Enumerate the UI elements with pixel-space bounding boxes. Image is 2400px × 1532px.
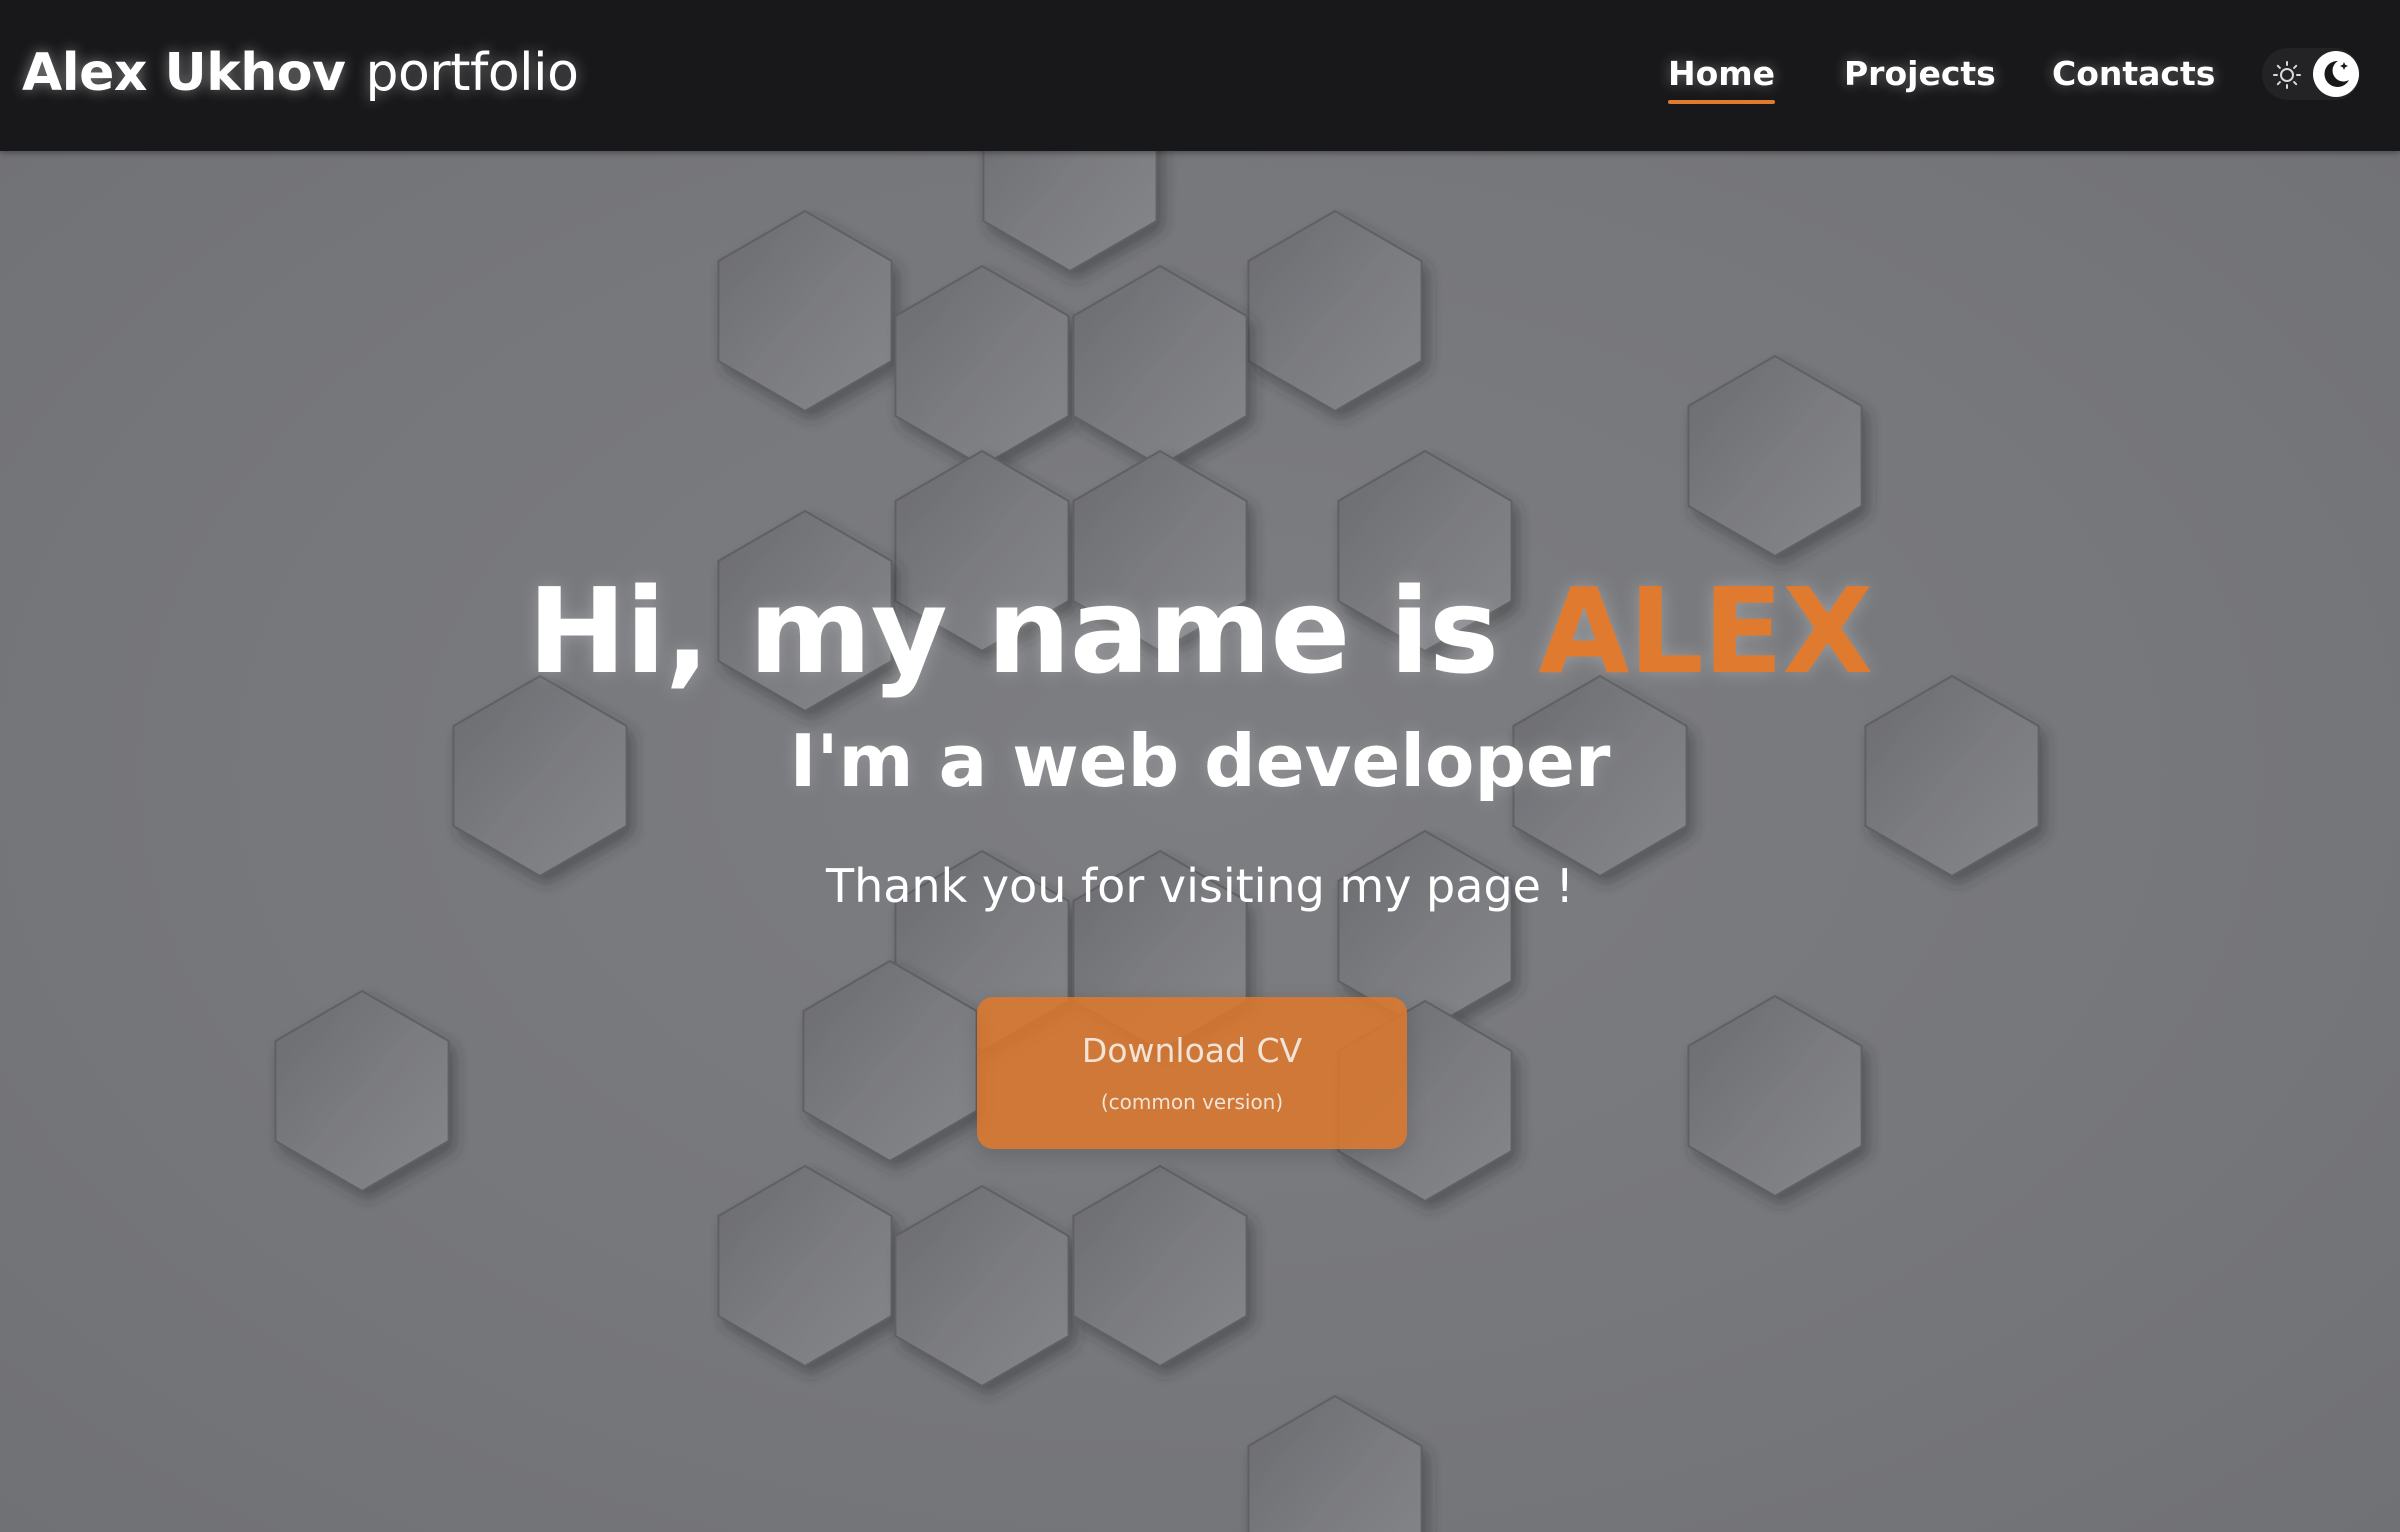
hero-content: Hi, my name is ALEX I'm a web developer … [0, 151, 2400, 1532]
download-cv-label: Download CV [1081, 1031, 1303, 1070]
brand-name: Alex Ukhov [22, 43, 346, 103]
headline-prefix: Hi, my name is [527, 562, 1499, 700]
top-navigation-bar: Alex Ukhov portfolio Home Projects Conta… [0, 0, 2400, 151]
sun-icon [2273, 61, 2301, 89]
headline-name: ALEX [1538, 562, 1873, 700]
hero-subheadline: I'm a web developer [789, 719, 1611, 803]
hero-tagline: Thank you for visiting my page ! [825, 859, 1575, 913]
site-brand[interactable]: Alex Ukhov portfolio [22, 38, 579, 108]
nav-item-projects[interactable]: Projects [1844, 50, 1996, 98]
moon-icon [2313, 51, 2359, 97]
hero-section: Hi, my name is ALEX I'm a web developer … [0, 151, 2400, 1532]
nav-item-home[interactable]: Home [1668, 50, 1776, 104]
download-cv-sublabel: (common version) [1100, 1090, 1284, 1114]
theme-toggle[interactable] [2262, 48, 2360, 100]
brand-subtitle: portfolio [365, 43, 579, 103]
nav-item-contacts[interactable]: Contacts [2052, 50, 2215, 98]
hero-headline: Hi, my name is ALEX [0, 561, 2400, 701]
download-cv-button[interactable]: Download CV (common version) [977, 997, 1407, 1149]
